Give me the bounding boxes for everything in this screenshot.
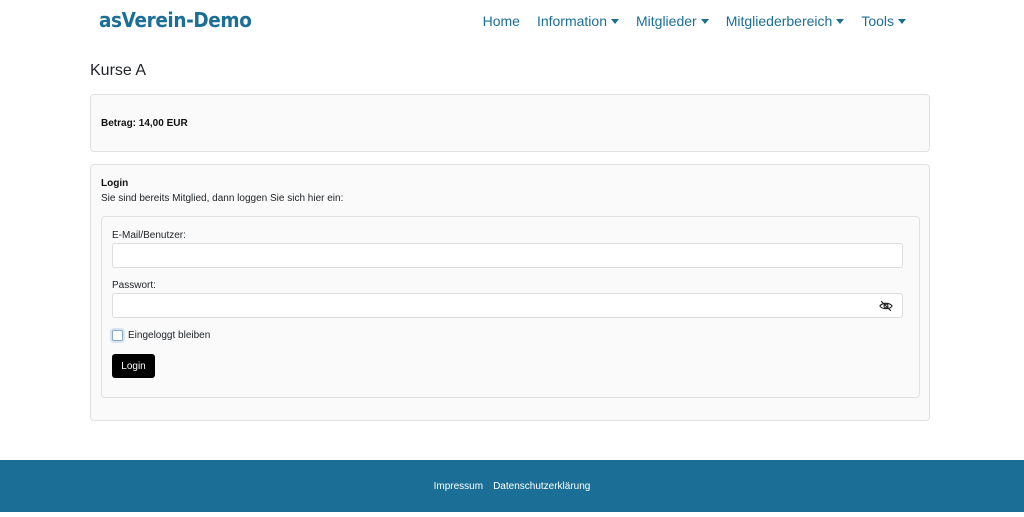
nav-item-label: Tools (861, 13, 894, 29)
brand-logo[interactable]: asVerein-Demo (99, 8, 252, 32)
remember-label: Eingeloggt bleiben (128, 330, 211, 341)
remember-me: Eingeloggt bleiben (112, 330, 210, 341)
nav-item-label: Mitgliederbereich (725, 13, 833, 29)
password-label: Passwort: (112, 280, 156, 291)
amount-card: Betrag: 14,00 EUR (90, 94, 930, 152)
nav-item-tools[interactable]: Tools (861, 13, 906, 29)
login-button[interactable]: Login (112, 354, 155, 378)
amount-text: Betrag: 14,00 EUR (101, 118, 188, 129)
caret-down-icon (836, 18, 845, 24)
email-field[interactable] (112, 243, 903, 268)
nav-item-label: Mitglieder (636, 13, 697, 29)
nav-item-mitglieder[interactable]: Mitglieder (636, 13, 709, 29)
login-heading: Login (101, 178, 129, 189)
footer-link-datenschutz[interactable]: Datenschutzerklärung (493, 481, 590, 492)
page-title: Kurse A (90, 62, 147, 79)
nav-item-label: Information (536, 13, 607, 29)
eye-slash-icon[interactable] (879, 299, 893, 313)
top-navbar: asVerein-Demo Home Information Mitgliede… (0, 0, 1024, 44)
remember-checkbox[interactable] (112, 330, 123, 341)
caret-down-icon (611, 18, 619, 24)
email-label: E-Mail/Benutzer: (112, 230, 186, 241)
nav-item-mitgliederbereich[interactable]: Mitgliederbereich (726, 13, 845, 29)
login-form: E-Mail/Benutzer: Passwort: Eingeloggt bl… (101, 216, 920, 398)
footer: Impressum Datenschutzerklärung (0, 460, 1024, 512)
main-nav: Home Information Mitglieder Mitgliederbe… (483, 13, 906, 29)
caret-down-icon (700, 18, 709, 24)
password-field[interactable] (112, 293, 903, 318)
nav-item-label: Home (482, 13, 520, 29)
login-card: Login Sie sind bereits Mitglied, dann lo… (90, 164, 930, 421)
nav-item-home[interactable]: Home (483, 13, 520, 29)
footer-link-impressum[interactable]: Impressum (434, 481, 483, 492)
nav-item-information[interactable]: Information (537, 13, 619, 29)
login-intro-text: Sie sind bereits Mitglied, dann loggen S… (101, 193, 344, 204)
caret-down-icon (898, 18, 906, 24)
